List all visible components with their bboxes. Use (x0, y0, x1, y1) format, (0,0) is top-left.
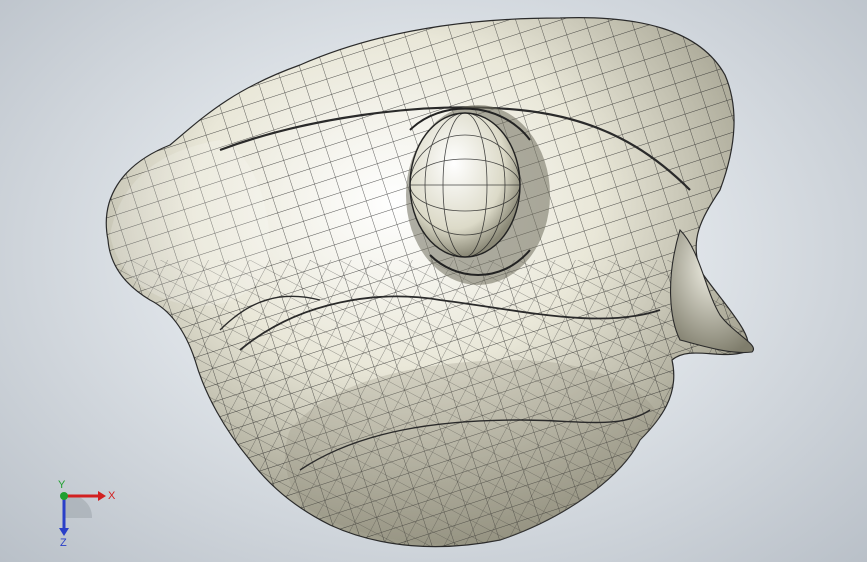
graphics-viewport[interactable]: X Y Z (0, 0, 867, 562)
coordinate-triad: X Y Z (58, 479, 116, 549)
y-axis-dot (60, 492, 68, 500)
z-axis-label: Z (60, 537, 67, 549)
mesh-model[interactable] (0, 0, 867, 562)
x-axis-label: X (108, 490, 116, 502)
triad-shadow (64, 495, 93, 518)
z-axis-arrow (59, 528, 69, 536)
y-axis-label: Y (58, 479, 66, 491)
wireframe-overlay (106, 17, 749, 547)
x-axis-arrow (98, 491, 106, 501)
